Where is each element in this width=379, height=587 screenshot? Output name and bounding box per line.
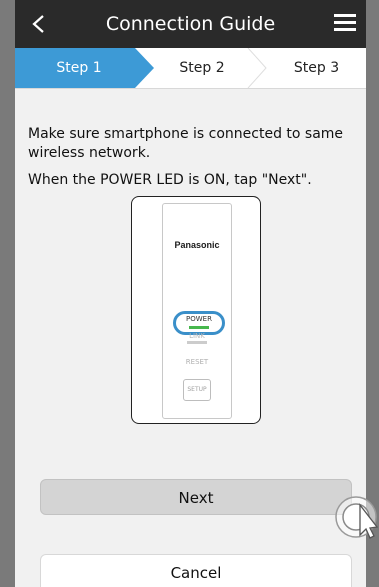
power-label: POWER — [186, 315, 212, 323]
next-button[interactable]: Next — [40, 479, 352, 515]
step-1: Step 1 — [56, 60, 102, 76]
menu-button[interactable] — [334, 14, 356, 32]
reset-label: RESET — [185, 358, 209, 366]
instructions: Make sure smartphone is connected to sam… — [28, 125, 353, 198]
page-title: Connection Guide — [105, 13, 276, 35]
back-button[interactable] — [25, 8, 55, 40]
step-2: Step 2 — [179, 60, 225, 76]
touch-cursor-icon — [335, 496, 378, 539]
instruction-power-led: When the POWER LED is ON, tap "Next". — [28, 172, 312, 188]
link-led — [187, 341, 207, 344]
hamburger-menu-icon — [334, 14, 356, 17]
chevron-left-icon — [32, 15, 44, 33]
instruction-network: Make sure smartphone is connected to sam… — [28, 126, 344, 161]
setup-button-illustration: SETUP — [183, 379, 211, 401]
device-illustration: Panasonic POWER LINK RESET SETUP — [131, 196, 261, 424]
step-progress: Step 1 Step 2 Step 3 — [15, 48, 366, 89]
power-led — [189, 326, 209, 329]
step-3: Step 3 — [293, 60, 340, 76]
app-screen: Connection Guide Step 1 Step 2 Step 3 Ma… — [15, 0, 366, 587]
cancel-button[interactable]: Cancel — [40, 554, 352, 587]
device-front-panel: Panasonic POWER LINK RESET SETUP — [162, 203, 232, 419]
brand-logo: Panasonic — [174, 240, 220, 250]
link-label: LINK — [189, 332, 205, 340]
app-header: Connection Guide — [15, 0, 366, 48]
